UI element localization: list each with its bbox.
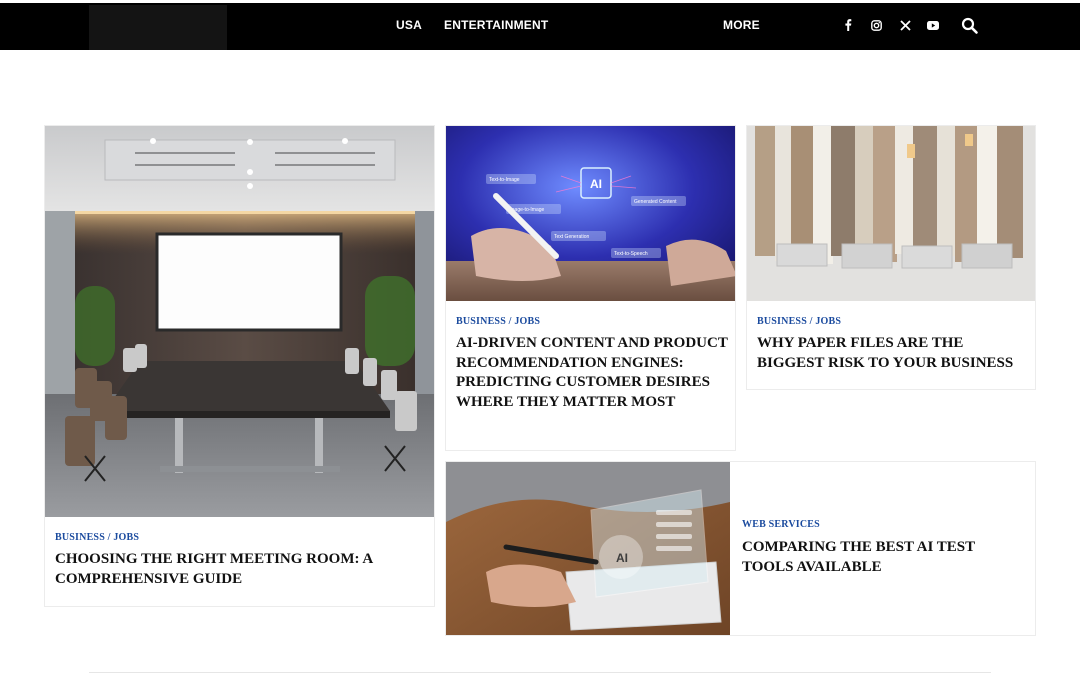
ai-label-text-to-image: Text-to-Image (489, 177, 520, 183)
ai-label-text-to-speech: Text-to-Speech (614, 251, 648, 257)
card-category[interactable]: BUSINESS / JOBS (757, 316, 841, 327)
article-card-ai-test-tools[interactable]: AI WEB SERVICES COMPARING THE BEST AI TE… (445, 461, 1036, 636)
x-icon[interactable] (897, 17, 913, 33)
ai-hologram-image[interactable]: AI (446, 462, 730, 635)
card-category[interactable]: WEB SERVICES (742, 519, 820, 530)
ai-tablet-image[interactable]: Text-to-Image Image-to-Image Generated C… (446, 126, 735, 301)
paper-files-image[interactable] (747, 126, 1035, 301)
card-title[interactable]: WHY PAPER FILES ARE THE BIGGEST RISK TO … (757, 334, 1027, 373)
nav-item-entertainment[interactable]: ENTERTAINMENT (444, 18, 548, 32)
ai-chip-label: AI (616, 551, 628, 565)
article-card-meeting-room[interactable]: BUSINESS / JOBS CHOOSING THE RIGHT MEETI… (44, 125, 435, 607)
card-title[interactable]: AI-DRIVEN CONTENT AND PRODUCT RECOMMENDA… (456, 334, 731, 412)
card-category[interactable]: BUSINESS / JOBS (55, 532, 139, 543)
youtube-icon[interactable] (925, 17, 941, 33)
conference-room-image[interactable] (45, 126, 434, 517)
ai-chip-label: AI (590, 177, 602, 191)
nav-item-usa[interactable]: USA (396, 18, 422, 32)
ai-label-generated-content: Generated Content (634, 199, 677, 205)
site-logo[interactable] (89, 5, 227, 50)
facebook-icon[interactable] (840, 17, 856, 33)
article-card-paper-files[interactable]: BUSINESS / JOBS WHY PAPER FILES ARE THE … (746, 125, 1036, 390)
instagram-icon[interactable] (868, 17, 884, 33)
card-title[interactable]: CHOOSING THE RIGHT MEETING ROOM: A COMPR… (55, 550, 415, 589)
article-card-ai-content[interactable]: Text-to-Image Image-to-Image Generated C… (445, 125, 736, 451)
ai-label-text-generation: Text Generation (554, 234, 590, 240)
search-icon[interactable] (961, 17, 979, 35)
card-title[interactable]: COMPARING THE BEST AI TEST TOOLS AVAILAB… (742, 538, 1022, 577)
top-navigation-bar: USA ENTERTAINMENT MORE (0, 3, 1080, 50)
section-divider (89, 672, 991, 673)
card-category[interactable]: BUSINESS / JOBS (456, 316, 540, 327)
nav-item-more[interactable]: MORE (723, 18, 760, 32)
